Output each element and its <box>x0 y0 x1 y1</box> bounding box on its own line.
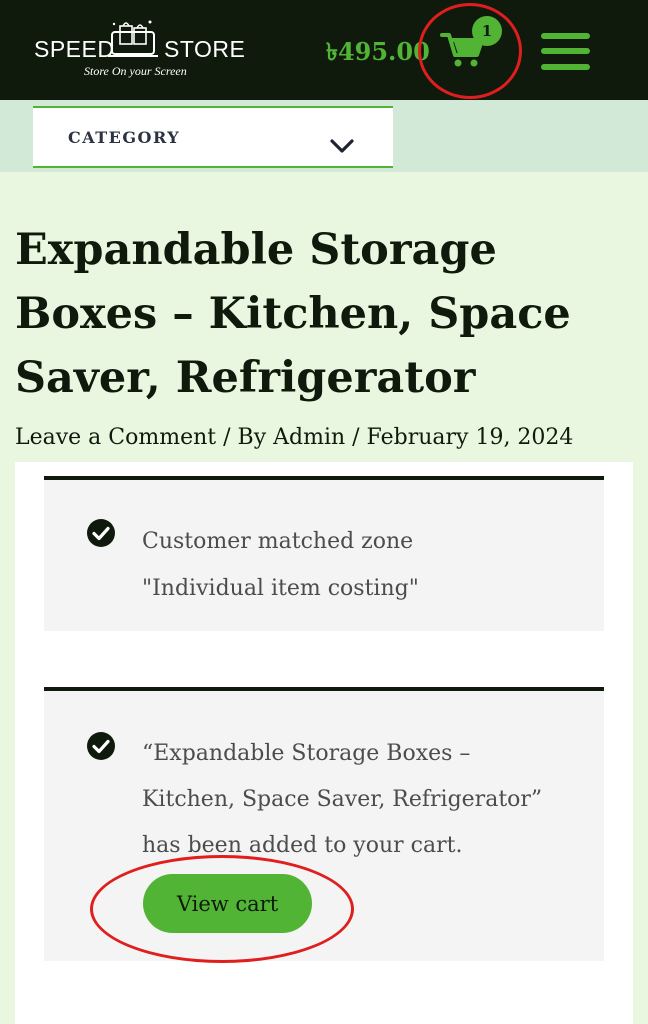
post-title: Expandable Storage Boxes – Kitchen, Spac… <box>15 225 571 403</box>
hamburger-menu-icon[interactable] <box>541 33 591 71</box>
menu-bar <box>541 64 590 70</box>
notice-line: Customer matched zone <box>142 529 414 554</box>
cart-total[interactable]: ৳495.00 <box>326 34 430 74</box>
category-dropdown[interactable]: CATEGORY <box>33 106 393 168</box>
site-header: SPEED STORE Store On your Screen ৳495.00 … <box>0 0 648 100</box>
site-logo[interactable]: SPEED STORE Store On your Screen <box>34 18 245 82</box>
logo-word-store: STORE <box>164 36 246 62</box>
category-label: CATEGORY <box>68 128 181 147</box>
cart-annotation-circle <box>418 3 522 99</box>
notice-line: "Individual item costing" <box>142 576 419 601</box>
chevron-down-icon <box>330 139 354 153</box>
check-circle-icon <box>87 519 115 547</box>
post-meta: Leave a Comment / By Admin / February 19… <box>15 425 574 450</box>
shipping-notice: Customer matched zone "Individual item c… <box>44 476 604 631</box>
view-cart-annotation-circle <box>90 855 354 963</box>
logo-tagline: Store On your Screen <box>84 64 187 78</box>
menu-bar <box>541 48 590 54</box>
notice-line: Kitchen, Space Saver, Refrigerator” <box>142 787 543 812</box>
notice-text: “Expandable Storage Boxes – Kitchen, Spa… <box>142 731 542 869</box>
logo-word-speed: SPEED <box>34 36 115 62</box>
notice-text: Customer matched zone "Individual item c… <box>142 518 419 612</box>
notice-line: “Expandable Storage Boxes – <box>142 741 471 766</box>
menu-bar <box>541 33 590 39</box>
check-circle-icon <box>87 732 115 760</box>
